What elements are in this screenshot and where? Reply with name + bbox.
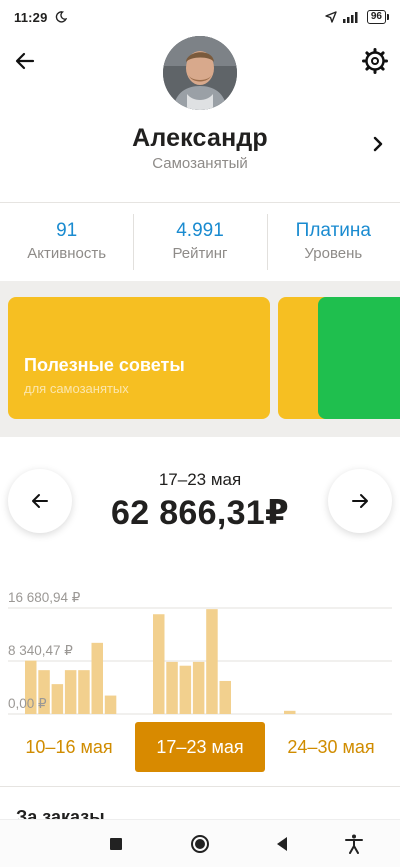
stat-value: 91 xyxy=(56,220,78,241)
avatar-photo xyxy=(163,36,237,110)
arrow-right-icon xyxy=(352,494,368,508)
back-nav-button[interactable] xyxy=(270,832,294,856)
section-heading: За заказы xyxy=(16,807,105,819)
stat-label: Активность xyxy=(27,245,107,262)
stat-value: Платина xyxy=(295,220,371,241)
avatar xyxy=(163,36,237,110)
promo-card-green[interactable] xyxy=(318,297,400,419)
triangle-back-icon xyxy=(277,837,287,851)
promo-title: Полезные советы xyxy=(24,355,185,375)
chart-bar xyxy=(166,661,178,714)
home-button[interactable] xyxy=(188,832,212,856)
recents-button[interactable] xyxy=(104,832,128,856)
accessibility-button[interactable] xyxy=(342,832,366,856)
y-tick-label: 0,00 ₽ xyxy=(8,696,47,711)
chart-bar xyxy=(51,684,64,714)
arrow-left-icon xyxy=(15,52,35,70)
stat-label: Рейтинг xyxy=(172,245,228,262)
stat-activity[interactable]: 91 Активность xyxy=(0,210,133,280)
y-tick-label: 8 340,47 ₽ xyxy=(8,643,73,658)
chart-bar xyxy=(104,695,117,714)
chart-bar xyxy=(64,670,77,714)
chart-bar xyxy=(219,680,231,714)
back-button[interactable] xyxy=(10,46,40,76)
circle-icon xyxy=(191,835,209,853)
chart-bar xyxy=(206,609,218,714)
tab-week-24-30[interactable]: 24–30 мая xyxy=(272,722,390,772)
earnings-chart[interactable]: 16 680,94 ₽ 8 340,47 ₽ 0,00 ₽ xyxy=(0,585,400,717)
signal-icon xyxy=(342,12,358,23)
divider xyxy=(0,786,400,787)
accessibility-icon xyxy=(345,834,363,854)
profile-details-button[interactable] xyxy=(368,134,388,154)
chart-bar xyxy=(153,614,165,714)
gear-icon xyxy=(362,48,388,74)
settings-button[interactable] xyxy=(360,46,390,76)
chart-bar xyxy=(179,665,192,714)
stats-row: 91 Активность 4.991 Рейтинг Платина Уров… xyxy=(0,210,400,280)
stat-label: Уровень xyxy=(304,245,363,262)
earnings-summary: 17–23 мая 62 866,31₽ xyxy=(0,437,400,567)
system-nav-bar xyxy=(0,819,400,867)
chart-bar xyxy=(192,661,205,714)
status-bar: 11:29 96 xyxy=(0,0,400,34)
profile-status: Самозанятый xyxy=(152,155,248,172)
status-icons: 96 xyxy=(325,10,390,24)
promo-card-tips[interactable]: Полезные советы для самозанятых xyxy=(8,297,270,419)
tab-week-10-16[interactable]: 10–16 мая xyxy=(10,722,128,772)
profile-header: Александр Самозанятый xyxy=(0,34,400,199)
stat-value: 4.991 xyxy=(176,220,224,241)
chart-bar xyxy=(284,710,296,714)
week-tabs: 10–16 мая 17–23 мая 24–30 мая xyxy=(0,722,400,772)
chevron-right-icon xyxy=(373,136,383,152)
stat-level[interactable]: Платина Уровень xyxy=(266,210,400,280)
do-not-disturb-moon-icon xyxy=(55,11,67,23)
next-week-button[interactable] xyxy=(328,469,392,533)
status-time: 11:29 xyxy=(14,9,48,25)
promo-subtitle: для самозанятых xyxy=(24,381,129,396)
profile-name: Александр xyxy=(132,124,268,152)
stat-rating[interactable]: 4.991 Рейтинг xyxy=(133,210,266,280)
battery-indicator: 96 xyxy=(366,10,390,24)
chart-bar xyxy=(78,670,90,714)
square-icon xyxy=(110,838,122,850)
tab-week-17-23[interactable]: 17–23 мая xyxy=(135,722,265,772)
chart-bar xyxy=(91,642,103,714)
divider xyxy=(0,202,400,203)
promo-carousel[interactable]: Полезные советы для самозанятых xyxy=(0,281,400,437)
y-tick-label: 16 680,94 ₽ xyxy=(8,590,81,605)
location-arrow-icon xyxy=(325,11,337,23)
